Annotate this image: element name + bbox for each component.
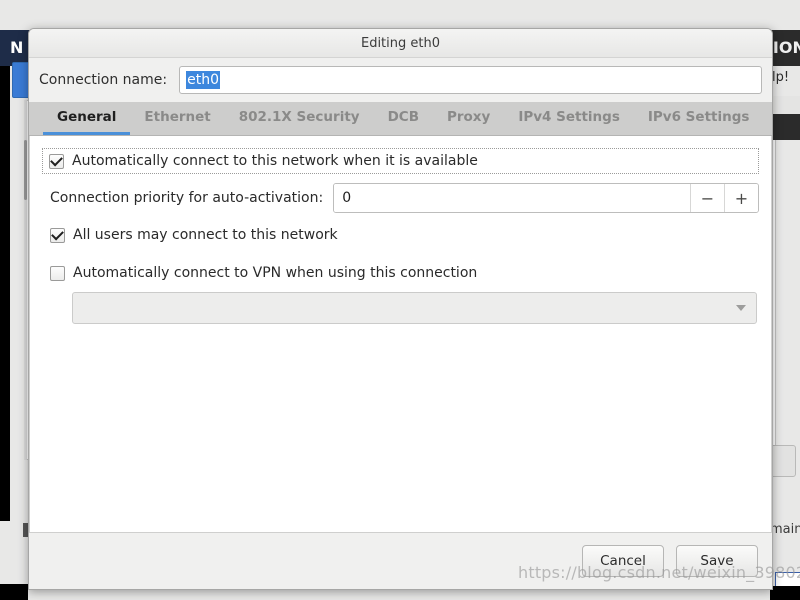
connection-name-input[interactable]: eth0: [179, 66, 762, 94]
connection-name-value: eth0: [186, 71, 220, 89]
auto-connect-checkbox[interactable]: [49, 153, 64, 169]
dialog-titlebar[interactable]: Editing eth0: [29, 29, 772, 58]
tab-802-1x-security[interactable]: 802.1X Security: [225, 102, 374, 135]
vpn-auto-connect-label: Automatically connect to VPN when using …: [73, 265, 478, 281]
connection-priority-value[interactable]: 0: [334, 184, 690, 212]
connection-priority-label: Connection priority for auto-activation:: [50, 190, 324, 206]
background-left-edge: [0, 66, 10, 521]
background-bottom-left-edge: [0, 584, 28, 600]
all-users-checkbox[interactable]: [50, 227, 65, 243]
general-tab-content: Automatically connect to this network wh…: [29, 136, 772, 533]
background-scrollbar-thumb[interactable]: [24, 140, 27, 200]
auto-connect-row[interactable]: Automatically connect to this network wh…: [42, 148, 759, 174]
background-header-title-left: N: [10, 38, 24, 57]
minus-icon[interactable]: −: [690, 184, 724, 212]
settings-tabbar: General Ethernet 802.1X Security DCB Pro…: [29, 102, 772, 136]
background-divider-strip: [770, 114, 800, 140]
background-help-link[interactable]: lp!: [772, 70, 789, 85]
tab-ethernet[interactable]: Ethernet: [130, 102, 224, 135]
save-button[interactable]: Save: [676, 545, 758, 577]
tab-general[interactable]: General: [43, 102, 131, 135]
connection-name-row: Connection name: eth0: [29, 58, 772, 102]
cancel-button[interactable]: Cancel: [582, 545, 664, 577]
tab-dcb[interactable]: DCB: [374, 102, 433, 135]
all-users-row[interactable]: All users may connect to this network: [50, 220, 759, 250]
dialog-footer: Cancel Save: [29, 533, 772, 589]
background-side-button[interactable]: [770, 445, 796, 477]
tab-proxy[interactable]: Proxy: [433, 102, 504, 135]
chevron-down-icon: [736, 305, 746, 311]
dialog-title: Editing eth0: [360, 35, 440, 51]
background-bottom-right-edge: [770, 586, 800, 600]
vpn-auto-connect-checkbox[interactable]: [50, 265, 65, 281]
tab-ipv6-settings[interactable]: IPv6 Settings: [634, 102, 764, 135]
vpn-connection-dropdown[interactable]: [72, 292, 757, 324]
connection-name-label: Connection name:: [39, 72, 168, 88]
screen: N TION lp! main Editing eth0 Connection …: [0, 0, 800, 600]
background-subheader-strip: [770, 96, 800, 114]
vpn-auto-connect-row[interactable]: Automatically connect to VPN when using …: [50, 258, 759, 288]
connection-priority-row: Connection priority for auto-activation:…: [50, 180, 759, 216]
tab-ipv4-settings[interactable]: IPv4 Settings: [504, 102, 634, 135]
editing-connection-dialog: Editing eth0 Connection name: eth0 Gener…: [28, 28, 773, 590]
auto-connect-label: Automatically connect to this network wh…: [72, 153, 478, 169]
connection-priority-spinner[interactable]: 0 − +: [333, 183, 759, 213]
all-users-label: All users may connect to this network: [73, 227, 338, 243]
plus-icon[interactable]: +: [724, 184, 758, 212]
background-domain-label: main: [770, 522, 800, 537]
